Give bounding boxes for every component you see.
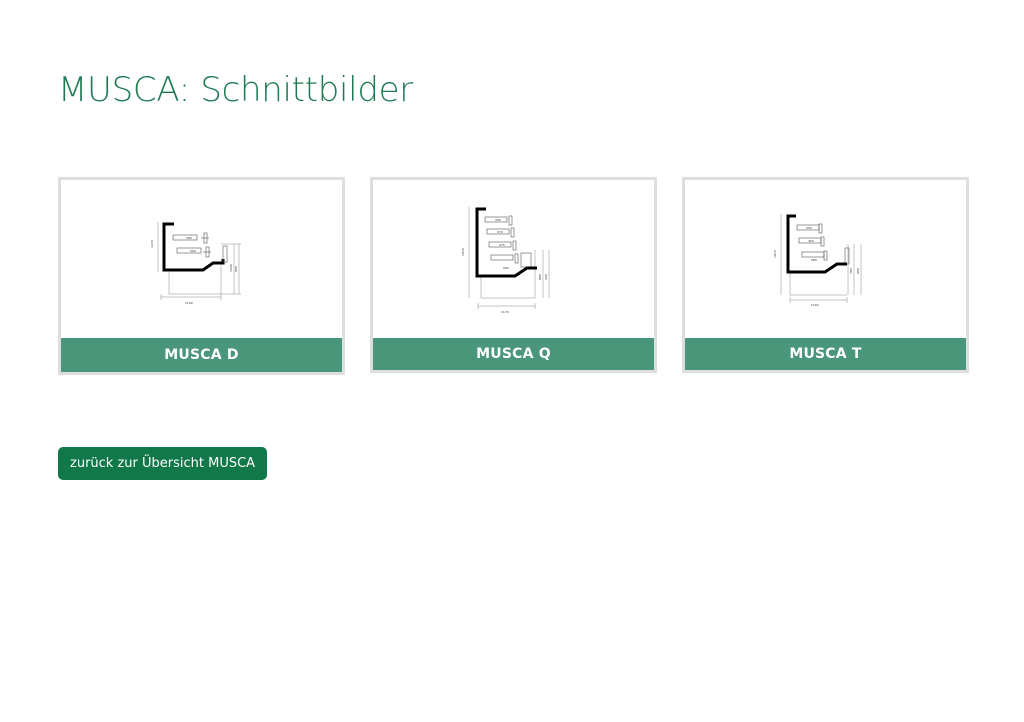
card-musca-t[interactable]: 330 450 580 1160 1910 780 900 MUSCA T	[682, 177, 969, 373]
svg-text:475: 475	[499, 243, 505, 247]
cross-section-image-musca-d[interactable]: 380 560 1190 1270 1040 900	[61, 180, 342, 338]
svg-text:370: 370	[497, 230, 503, 234]
svg-text:780: 780	[849, 268, 853, 274]
svg-text:400: 400	[544, 274, 548, 280]
page: MUSCA: Schnittbilder 380 560 1190 1270 1…	[0, 0, 1024, 722]
cross-section-drawing: 330 450 580 1160 1910 780 900	[773, 214, 862, 307]
svg-text:1910: 1910	[773, 250, 777, 258]
svg-text:1170: 1170	[501, 310, 509, 314]
card-musca-q[interactable]: 345 370 475 580 1170 1970 880 400 MUSCA …	[370, 177, 657, 373]
svg-text:450: 450	[808, 239, 814, 243]
svg-text:1160: 1160	[811, 303, 819, 307]
svg-text:900: 900	[234, 266, 238, 272]
svg-text:1040: 1040	[229, 264, 233, 272]
svg-text:1970: 1970	[461, 248, 465, 256]
svg-text:560: 560	[190, 249, 196, 253]
cross-section-drawing: 380 560 1190 1270 1040 900	[150, 222, 241, 305]
cross-section-image-musca-t[interactable]: 330 450 580 1160 1910 780 900	[685, 180, 966, 338]
svg-text:900: 900	[856, 268, 860, 274]
cross-section-drawing: 345 370 475 580 1170 1970 880 400	[461, 207, 550, 314]
back-to-overview-button[interactable]: zurück zur Übersicht MUSCA	[58, 447, 268, 480]
svg-text:380: 380	[186, 236, 192, 240]
card-label[interactable]: MUSCA Q	[373, 338, 654, 370]
svg-text:330: 330	[806, 226, 812, 230]
svg-text:880: 880	[538, 274, 542, 280]
svg-text:345: 345	[495, 218, 501, 222]
svg-text:1190: 1190	[185, 301, 193, 305]
cross-section-image-musca-q[interactable]: 345 370 475 580 1170 1970 880 400	[373, 180, 654, 338]
page-title: MUSCA: Schnittbilder	[58, 70, 413, 110]
card-label[interactable]: MUSCA T	[685, 338, 966, 370]
card-musca-d[interactable]: 380 560 1190 1270 1040 900 MUSCA D	[58, 177, 345, 375]
card-label[interactable]: MUSCA D	[61, 338, 342, 372]
svg-text:580: 580	[811, 258, 817, 262]
svg-text:1270: 1270	[150, 240, 154, 248]
svg-text:580: 580	[503, 266, 509, 270]
